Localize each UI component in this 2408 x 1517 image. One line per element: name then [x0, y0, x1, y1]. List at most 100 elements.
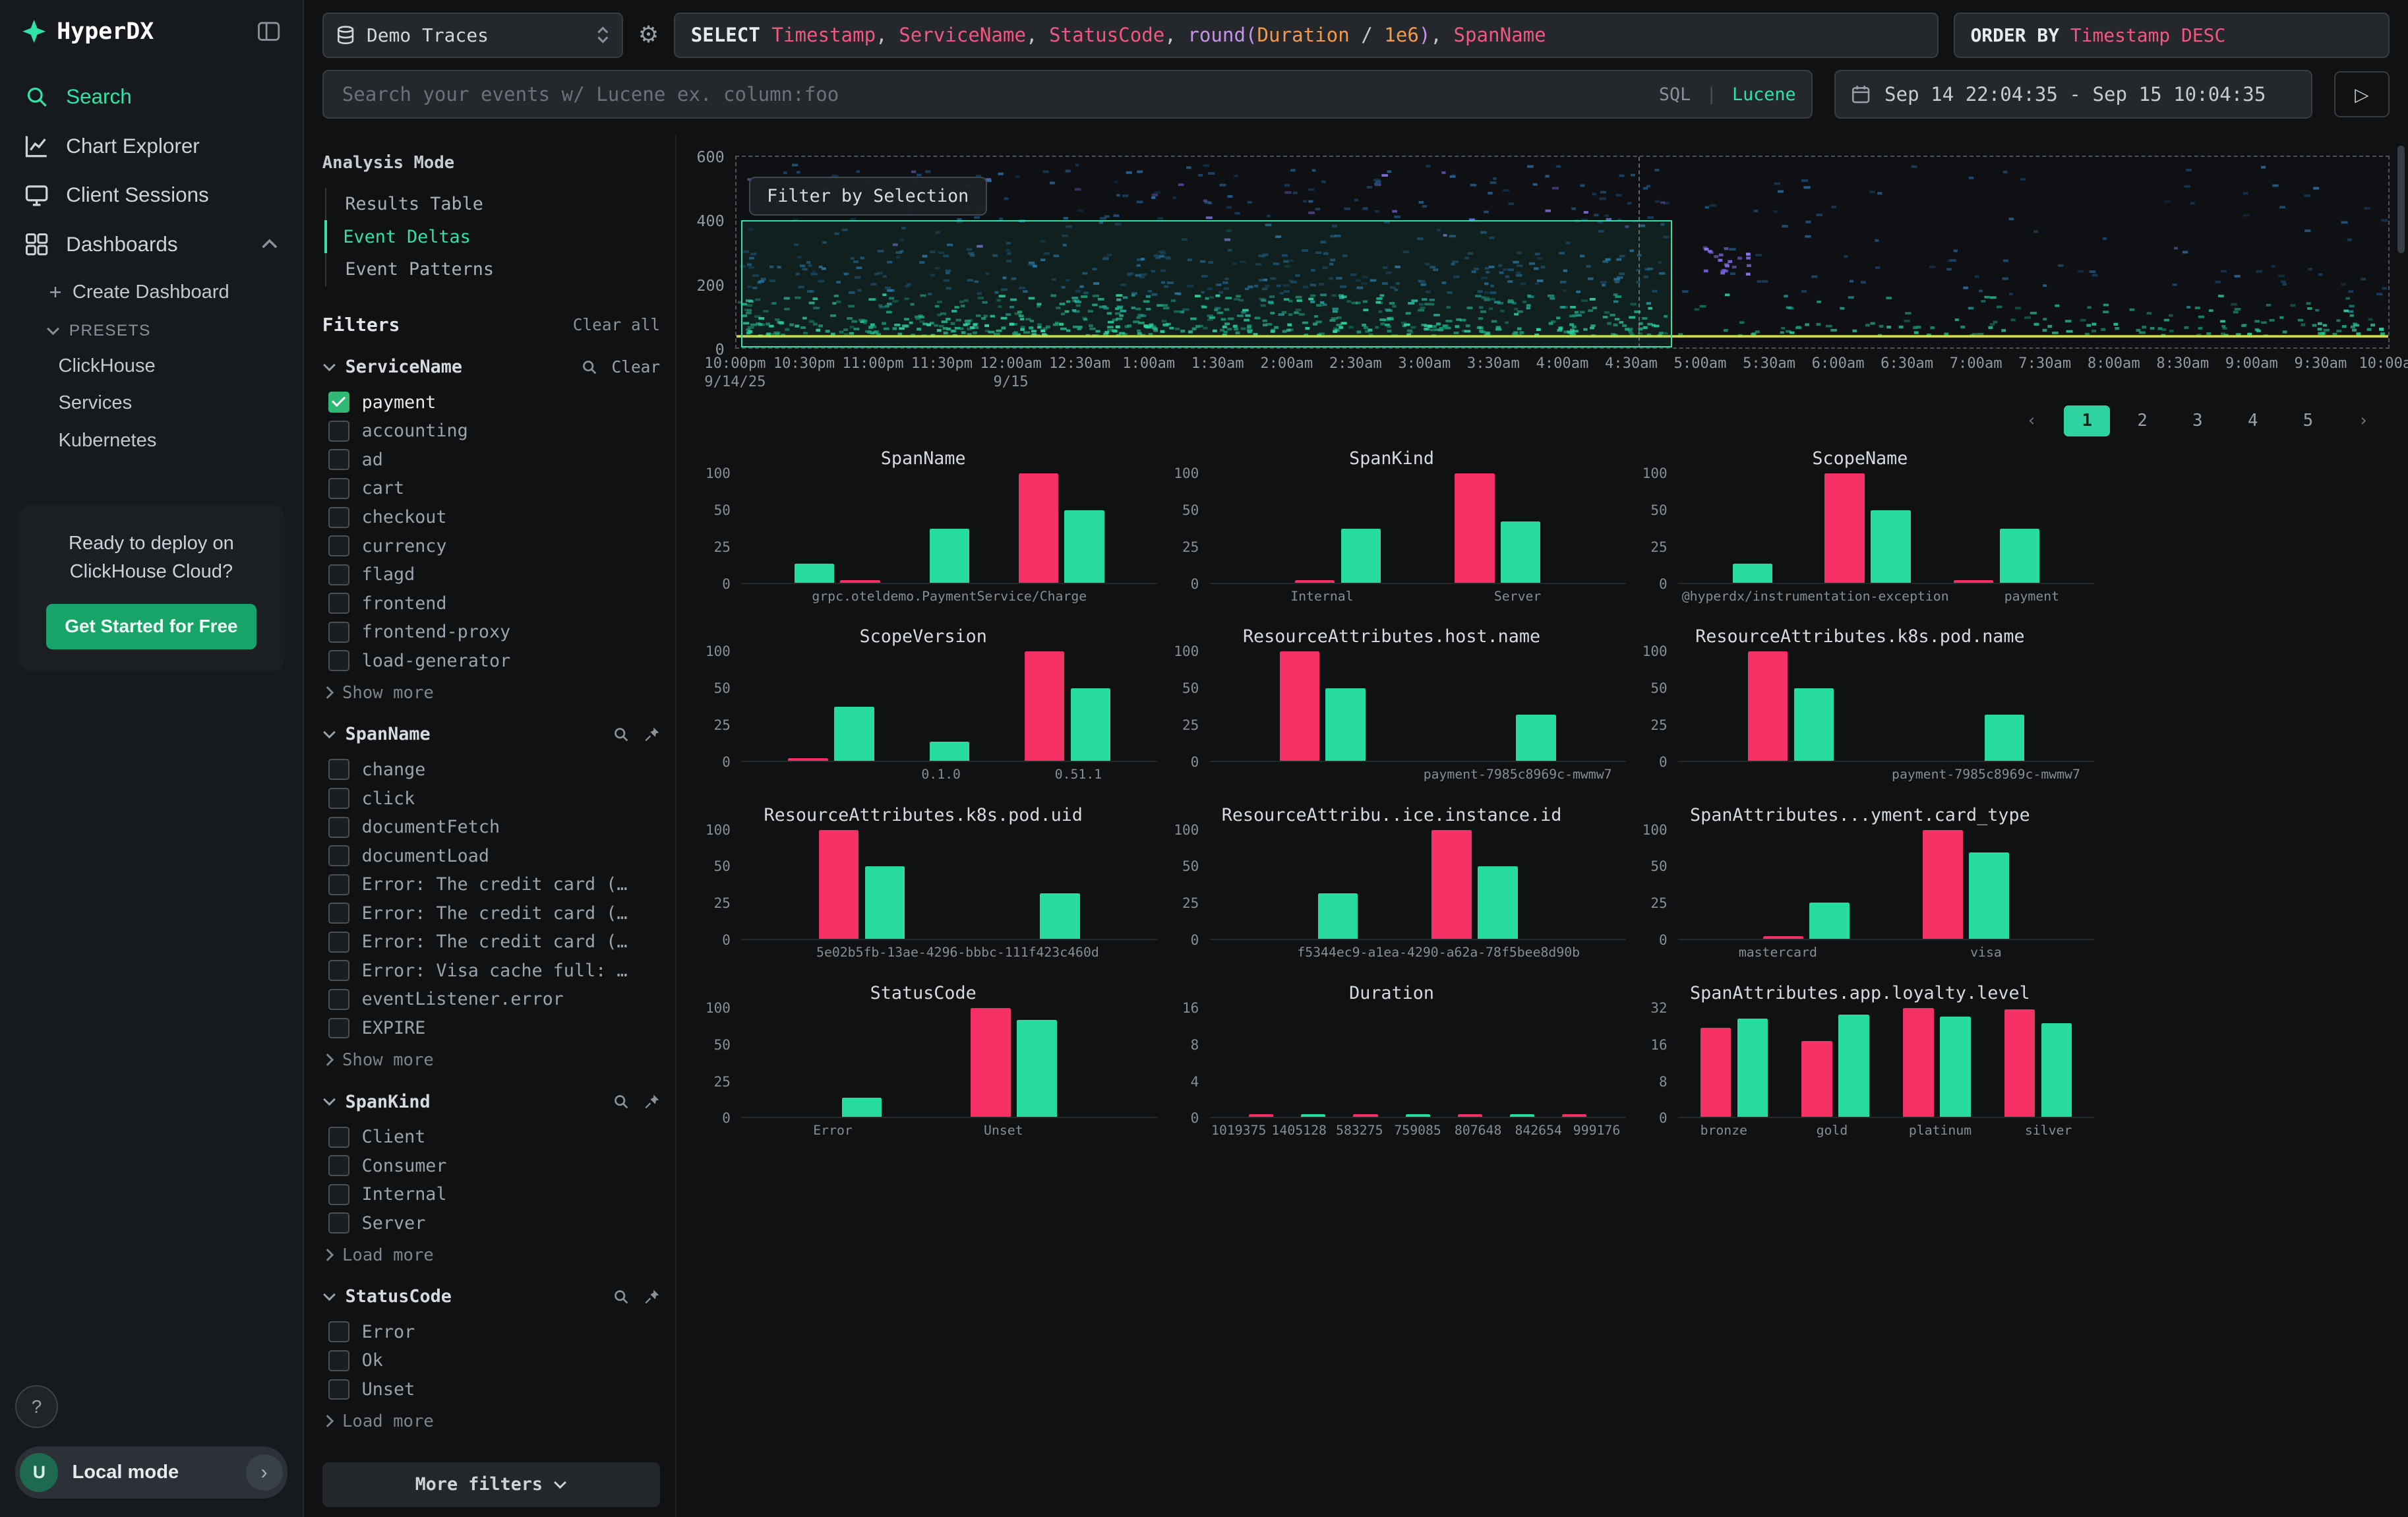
- search-icon[interactable]: [613, 1093, 630, 1110]
- clear-filter-button[interactable]: Clear: [612, 357, 661, 376]
- search-icon[interactable]: [613, 726, 630, 743]
- sidebar-item-client-sessions[interactable]: Client Sessions: [0, 171, 303, 220]
- filter-option-ok[interactable]: Ok: [322, 1346, 660, 1375]
- filter-group-header-servicename[interactable]: ServiceNameClear: [322, 357, 660, 377]
- sidebar-item-dashboards[interactable]: Dashboards: [0, 220, 303, 269]
- load-more-button[interactable]: Load more: [322, 1245, 660, 1265]
- create-dashboard-button[interactable]: + Create Dashboard: [0, 269, 303, 314]
- checkbox[interactable]: [328, 535, 349, 556]
- chart-plot[interactable]: [1678, 1008, 2094, 1119]
- data-source-select[interactable]: Demo Traces: [322, 13, 623, 58]
- filter-group-header-spanname[interactable]: SpanName: [322, 724, 660, 744]
- filter-option-consumer[interactable]: Consumer: [322, 1151, 660, 1180]
- chart-plot[interactable]: [1678, 473, 2094, 584]
- chart-plot[interactable]: [741, 473, 1157, 584]
- sidebar-item-services[interactable]: Services: [0, 385, 303, 422]
- pin-icon[interactable]: [644, 726, 661, 743]
- filter-option-documentfetch[interactable]: documentFetch: [322, 813, 660, 842]
- gear-icon[interactable]: ⚙: [638, 24, 659, 47]
- load-more-button[interactable]: Load more: [322, 1412, 660, 1431]
- filter-option-unset[interactable]: Unset: [322, 1375, 660, 1404]
- chart-plot[interactable]: [741, 830, 1157, 941]
- lucene-mode-toggle[interactable]: Lucene: [1732, 84, 1796, 105]
- filter-option-expire[interactable]: EXPIRE: [322, 1014, 660, 1043]
- presets-toggle[interactable]: PRESETS: [0, 314, 303, 347]
- filter-option-frontend-proxy[interactable]: frontend-proxy: [322, 618, 660, 647]
- checkbox[interactable]: [328, 593, 349, 614]
- checkbox[interactable]: [328, 478, 349, 499]
- sql-mode-toggle[interactable]: SQL: [1659, 84, 1691, 105]
- chart-plot[interactable]: [1210, 651, 1626, 762]
- filter-option-checkout[interactable]: checkout: [322, 503, 660, 532]
- checkbox[interactable]: [328, 449, 349, 470]
- filter-option-error-the-credit-card[interactable]: Error: The credit card (…: [322, 899, 660, 928]
- filter-option-load-generator[interactable]: load-generator: [322, 647, 660, 676]
- show-more-button[interactable]: Show more: [322, 683, 660, 703]
- filter-option-flagd[interactable]: flagd: [322, 560, 660, 589]
- pagination-next[interactable]: ›: [2340, 405, 2386, 436]
- filter-option-frontend[interactable]: frontend: [322, 589, 660, 618]
- checkbox[interactable]: [328, 989, 349, 1010]
- checkbox[interactable]: [328, 1379, 349, 1400]
- app-logo[interactable]: HyperDX: [22, 18, 154, 45]
- checkbox[interactable]: [328, 932, 349, 953]
- checkbox[interactable]: [328, 960, 349, 981]
- pagination-page-4[interactable]: 4: [2230, 405, 2276, 436]
- sql-query-input[interactable]: SELECT Timestamp, ServiceName, StatusCod…: [674, 13, 1938, 58]
- checkbox[interactable]: [328, 1212, 349, 1234]
- filter-option-client[interactable]: Client: [322, 1123, 660, 1152]
- checkbox[interactable]: [328, 622, 349, 643]
- checkbox[interactable]: [328, 903, 349, 924]
- checkbox[interactable]: [328, 788, 349, 809]
- analysis-tab-event-deltas[interactable]: Event Deltas: [324, 220, 660, 253]
- filter-option-error-the-credit-card[interactable]: Error: The credit card (…: [322, 870, 660, 899]
- checkbox[interactable]: [328, 1184, 349, 1205]
- checkbox[interactable]: [328, 421, 349, 442]
- filter-option-error[interactable]: Error: [322, 1318, 660, 1347]
- chart-plot[interactable]: [1210, 830, 1626, 941]
- clear-all-filters-button[interactable]: Clear all: [573, 315, 660, 334]
- filter-option-change[interactable]: change: [322, 756, 660, 785]
- checkbox[interactable]: [328, 1127, 349, 1148]
- chart-plot[interactable]: [741, 651, 1157, 762]
- chart-plot[interactable]: [1210, 1008, 1626, 1119]
- filter-option-documentload[interactable]: documentLoad: [322, 841, 660, 870]
- chart-plot[interactable]: [1678, 830, 2094, 941]
- filter-by-selection-button[interactable]: Filter by Selection: [749, 177, 987, 215]
- get-started-button[interactable]: Get Started for Free: [46, 604, 256, 649]
- heatmap-selection[interactable]: [741, 220, 1672, 347]
- scrollbar-thumb[interactable]: [2397, 146, 2405, 253]
- help-button[interactable]: ?: [15, 1385, 58, 1428]
- search-icon[interactable]: [581, 359, 598, 376]
- sidebar-item-clickhouse[interactable]: ClickHouse: [0, 347, 303, 384]
- pagination-page-2[interactable]: 2: [2119, 405, 2165, 436]
- search-bar[interactable]: SQL | Lucene: [322, 70, 1813, 119]
- checkbox[interactable]: [328, 874, 349, 895]
- checkbox[interactable]: [328, 1321, 349, 1342]
- analysis-tab-results-table[interactable]: Results Table: [326, 188, 660, 221]
- chart-plot[interactable]: [1678, 651, 2094, 762]
- checkbox[interactable]: [328, 817, 349, 838]
- analysis-tab-event-patterns[interactable]: Event Patterns: [326, 253, 660, 286]
- order-by-input[interactable]: ORDER BY Timestamp DESC: [1954, 13, 2390, 58]
- chart-plot[interactable]: [741, 1008, 1157, 1119]
- filter-option-payment[interactable]: payment: [322, 388, 660, 417]
- checkbox[interactable]: [328, 1155, 349, 1176]
- filter-group-header-statuscode[interactable]: StatusCode: [322, 1286, 660, 1307]
- filter-option-server[interactable]: Server: [322, 1209, 660, 1238]
- heatmap-plot[interactable]: Filter by Selection: [735, 156, 2390, 349]
- more-filters-button[interactable]: More filters: [322, 1462, 660, 1507]
- run-query-button[interactable]: ▷: [2334, 71, 2390, 117]
- checkbox[interactable]: [328, 650, 349, 671]
- chart-plot[interactable]: [1210, 473, 1626, 584]
- checkbox[interactable]: [328, 759, 349, 780]
- filter-option-accounting[interactable]: accounting: [322, 417, 660, 446]
- search-input[interactable]: [339, 82, 1644, 107]
- filter-option-internal[interactable]: Internal: [322, 1180, 660, 1209]
- sidebar-item-chart-explorer[interactable]: Chart Explorer: [0, 121, 303, 171]
- checkbox[interactable]: [328, 564, 349, 585]
- checkbox[interactable]: [328, 1350, 349, 1371]
- filter-option-click[interactable]: click: [322, 784, 660, 813]
- pagination-page-3[interactable]: 3: [2175, 405, 2221, 436]
- search-icon[interactable]: [613, 1288, 630, 1305]
